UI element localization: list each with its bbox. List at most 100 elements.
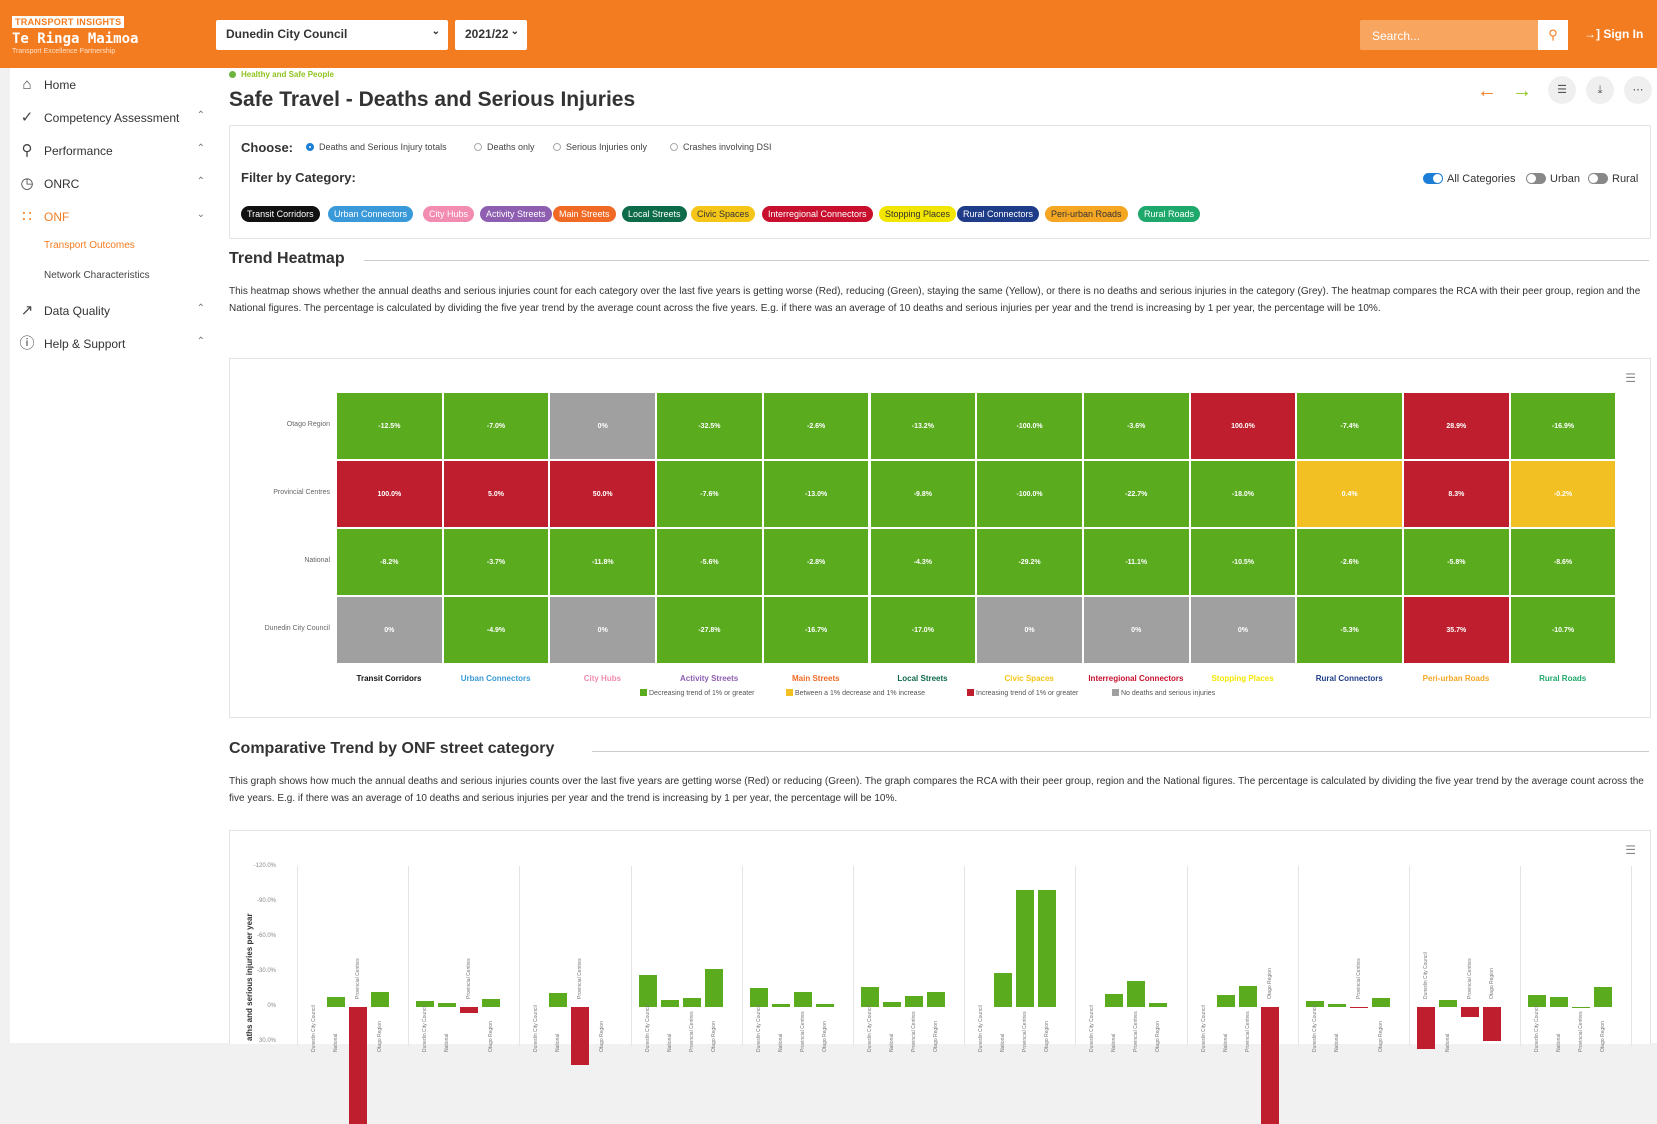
heatmap-cell[interactable]: -27.8% <box>656 596 763 664</box>
category-pill[interactable]: City Hubs <box>423 206 474 222</box>
chart-menu-icon[interactable]: ☰ <box>1625 843 1636 857</box>
radio-serious-injuries-only[interactable]: Serious Injuries only <box>553 142 647 152</box>
bar-mark[interactable] <box>1594 987 1612 1007</box>
bar-mark[interactable] <box>794 992 812 1007</box>
heatmap-cell[interactable]: 0% <box>976 596 1083 664</box>
bar-mark[interactable] <box>772 1004 790 1007</box>
category-pill[interactable]: Urban Connectors <box>328 206 413 222</box>
bar-mark[interactable] <box>861 987 879 1007</box>
bar-mark[interactable] <box>816 1004 834 1007</box>
category-pill[interactable]: Peri-urban Roads <box>1045 206 1128 222</box>
heatmap-cell[interactable]: -7.0% <box>443 392 550 460</box>
bar-mark[interactable] <box>571 1007 589 1065</box>
heatmap-cell[interactable]: -5.6% <box>656 528 763 596</box>
heatmap-cell[interactable]: -8.2% <box>336 528 443 596</box>
category-pill[interactable]: Rural Connectors <box>957 206 1039 222</box>
year-select[interactable]: 2021/22 ⌄ <box>455 20 527 50</box>
heatmap-cell[interactable]: -10.7% <box>1510 596 1617 664</box>
heatmap-cell[interactable]: -29.2% <box>976 528 1083 596</box>
sidebar-subitem-transport-outcomes[interactable]: Transport Outcomes <box>44 240 135 251</box>
bar-mark[interactable] <box>994 973 1012 1007</box>
heatmap-cell[interactable]: -10.5% <box>1190 528 1297 596</box>
bar-mark[interactable] <box>661 1000 679 1007</box>
breadcrumb[interactable]: Healthy and Safe People <box>229 70 334 79</box>
heatmap-cell[interactable]: -22.7% <box>1083 460 1190 528</box>
heatmap-cell[interactable]: 28.9% <box>1403 392 1510 460</box>
category-pill[interactable]: Transit Corridors <box>241 206 320 222</box>
heatmap-cell[interactable]: -13.2% <box>870 392 977 460</box>
download-icon[interactable]: ⤓ <box>1586 76 1614 104</box>
bar-mark[interactable] <box>683 998 701 1007</box>
bar-mark[interactable] <box>927 992 945 1007</box>
bar-mark[interactable] <box>905 996 923 1007</box>
heatmap-cell[interactable]: -8.6% <box>1510 528 1617 596</box>
sign-in-link[interactable]: →] Sign In <box>1584 27 1643 41</box>
chart-menu-icon[interactable]: ☰ <box>1625 371 1636 385</box>
heatmap-cell[interactable]: -7.6% <box>656 460 763 528</box>
toggle-urban[interactable]: Urban <box>1526 173 1580 185</box>
heatmap-cell[interactable]: -100.0% <box>976 392 1083 460</box>
bar-mark[interactable] <box>1372 998 1390 1007</box>
search-icon[interactable]: ⚲ <box>1538 20 1568 50</box>
heatmap-cell[interactable]: -18.0% <box>1190 460 1297 528</box>
heatmap-cell[interactable]: -3.7% <box>443 528 550 596</box>
heatmap-cell[interactable]: -16.9% <box>1510 392 1617 460</box>
arrow-left-icon[interactable]: ← <box>1477 80 1497 103</box>
bar-mark[interactable] <box>1439 1000 1457 1007</box>
heatmap-cell[interactable]: -9.8% <box>870 460 977 528</box>
more-icon[interactable]: ⋯ <box>1624 76 1652 104</box>
heatmap-cell[interactable]: 5.0% <box>443 460 550 528</box>
council-select[interactable]: Dunedin City Council ⌄ <box>216 20 448 50</box>
search-input[interactable]: Search... <box>1360 20 1538 50</box>
heatmap-cell[interactable]: 0% <box>336 596 443 664</box>
category-pill[interactable]: Interregional Connectors <box>762 206 873 222</box>
bar-mark[interactable] <box>705 969 723 1007</box>
bar-mark[interactable] <box>1239 986 1257 1007</box>
category-pill[interactable]: Activity Streets <box>480 206 552 222</box>
bar-mark[interactable] <box>371 992 389 1007</box>
heatmap-cell[interactable]: 50.0% <box>549 460 656 528</box>
heatmap-cell[interactable]: -13.0% <box>763 460 870 528</box>
category-pill[interactable]: Main Streets <box>553 206 616 222</box>
heatmap-cell[interactable]: -4.3% <box>870 528 977 596</box>
heatmap-legend-item[interactable]: Between a 1% decrease and 1% increase <box>786 689 925 697</box>
bar-mark[interactable] <box>482 999 500 1007</box>
heatmap-cell[interactable]: -2.6% <box>763 392 870 460</box>
heatmap-cell[interactable]: 0% <box>549 596 656 664</box>
category-pill[interactable]: Rural Roads <box>1138 206 1200 222</box>
brand-logo[interactable]: TRANSPORT INSIGHTS Te Ringa Maimoa Trans… <box>12 12 212 55</box>
bar-mark[interactable] <box>1550 997 1568 1007</box>
bar-mark[interactable] <box>639 975 657 1007</box>
sidebar-item-onf[interactable]: ∷ ONF ⌄ <box>10 200 217 234</box>
radio-deaths-only[interactable]: Deaths only <box>474 142 535 152</box>
heatmap-legend-item[interactable]: No deaths and serious injuries <box>1112 689 1215 697</box>
heatmap-legend-item[interactable]: Increasing trend of 1% or greater <box>967 689 1078 697</box>
heatmap-cell[interactable]: 0% <box>549 392 656 460</box>
sidebar-item-onrc[interactable]: ◷ ONRC ⌃ <box>10 167 217 201</box>
heatmap-cell[interactable]: -7.4% <box>1296 392 1403 460</box>
heatmap-cell[interactable]: 100.0% <box>336 460 443 528</box>
toggle-rural[interactable]: Rural <box>1588 173 1638 185</box>
radio-dsi-totals[interactable]: Deaths and Serious Injury totals <box>306 142 447 152</box>
heatmap-cell[interactable]: -2.6% <box>1296 528 1403 596</box>
sidebar-item-competency[interactable]: ✓ Competency Assessment ⌃ <box>10 101 217 135</box>
heatmap-cell[interactable]: 0% <box>1190 596 1297 664</box>
bar-mark[interactable] <box>1417 1007 1435 1049</box>
bar-mark[interactable] <box>549 993 567 1007</box>
heatmap-cell[interactable]: -32.5% <box>656 392 763 460</box>
sidebar-item-home[interactable]: ⌂ Home <box>10 68 217 102</box>
bar-mark[interactable] <box>460 1007 478 1013</box>
sidebar-item-help[interactable]: ⓘ Help & Support ⌃ <box>10 327 217 361</box>
toggle-all-categories[interactable]: All Categories <box>1423 173 1515 185</box>
heatmap-cell[interactable]: 8.3% <box>1403 460 1510 528</box>
heatmap-cell[interactable]: -2.8% <box>763 528 870 596</box>
radio-crashes-dsi[interactable]: Crashes involving DSI <box>670 142 772 152</box>
bar-mark[interactable] <box>1127 981 1145 1007</box>
sidebar-item-performance[interactable]: ⚲ Performance ⌃ <box>10 134 217 168</box>
heatmap-cell[interactable]: 0% <box>1083 596 1190 664</box>
heatmap-cell[interactable]: -3.6% <box>1083 392 1190 460</box>
bar-mark[interactable] <box>1483 1007 1501 1041</box>
sidebar-item-data-quality[interactable]: ↗ Data Quality ⌃ <box>10 294 217 328</box>
bar-mark[interactable] <box>1105 994 1123 1007</box>
heatmap-cell[interactable]: 0.4% <box>1296 460 1403 528</box>
